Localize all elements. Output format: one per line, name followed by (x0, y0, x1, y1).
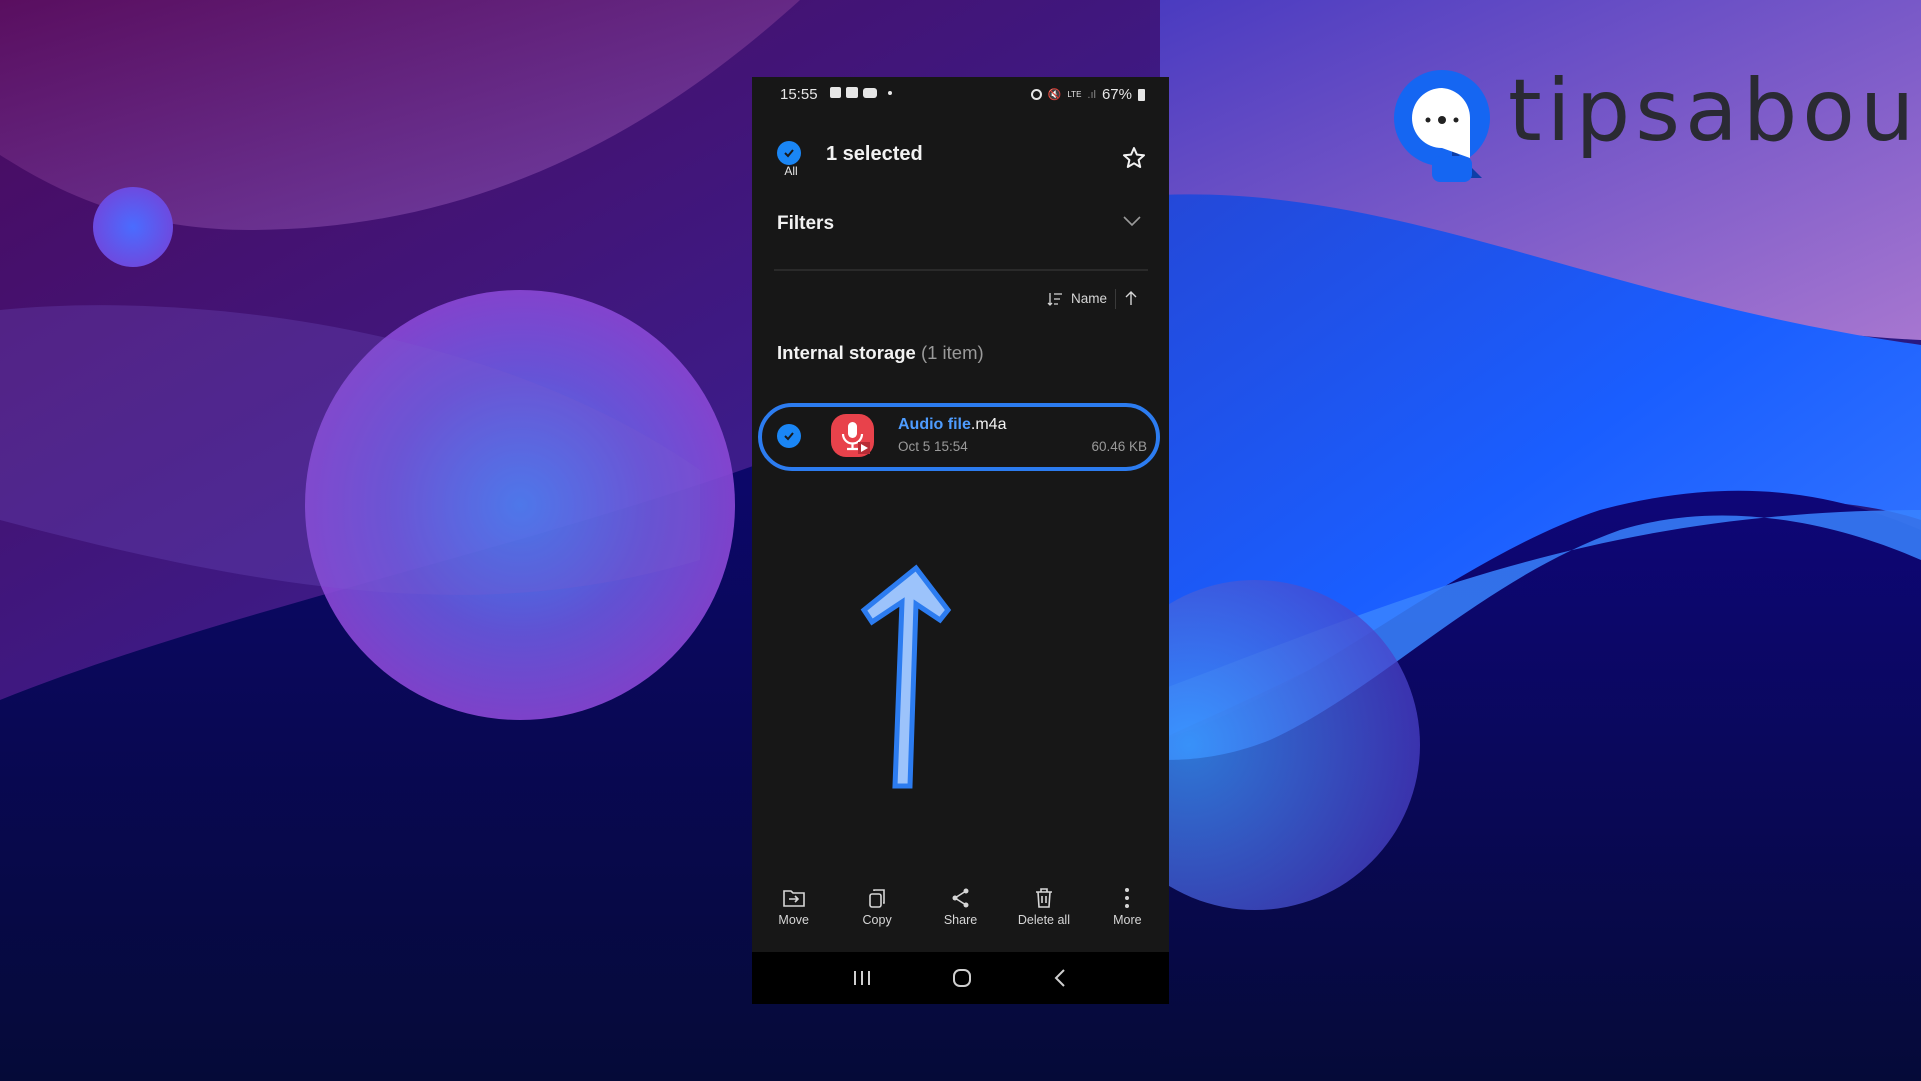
file-date: Oct 5 15:54 (898, 439, 968, 454)
gallery-icon (830, 87, 841, 98)
star-icon (1123, 147, 1145, 168)
more-button[interactable]: More (1086, 877, 1169, 952)
mute-icon: 🔇 (1047, 89, 1062, 101)
battery-icon (1138, 88, 1145, 101)
back-icon[interactable] (1052, 968, 1070, 988)
move-button[interactable]: Move (752, 877, 835, 952)
voice-recorder-icon (831, 414, 874, 457)
filters-label[interactable]: Filters (777, 213, 834, 235)
sort-field: Name (1070, 291, 1107, 306)
check-icon (784, 432, 794, 441)
alarm-icon (1030, 89, 1042, 100)
home-icon[interactable] (951, 967, 973, 989)
pointer-arrow-annotation (860, 564, 952, 789)
file-name-match: Audio file (898, 416, 971, 433)
more-vertical-icon (1125, 888, 1130, 908)
lte-icon: LTE (1067, 89, 1082, 99)
phone-screen: 15:55 🔇 LTE .ıl 67% All 1 selected Filte… (752, 77, 1169, 1004)
status-time: 15:55 (780, 86, 818, 103)
sort-direction-button[interactable] (1124, 290, 1138, 311)
file-name: Audio file.m4a (898, 416, 1006, 434)
brand-name: tipsabout (1508, 61, 1921, 161)
delete-all-label: Delete all (1017, 913, 1070, 927)
copy-button[interactable]: Copy (835, 877, 918, 952)
status-bar: 15:55 🔇 LTE .ıl 67% (752, 77, 1169, 109)
sort-icon (1047, 292, 1062, 306)
selection-highlight (758, 403, 1160, 471)
select-all-label: All (784, 164, 798, 178)
favorite-button[interactable] (1122, 146, 1146, 175)
dot-icon (888, 90, 892, 95)
file-size: 60.46 KB (1091, 439, 1147, 454)
recents-icon[interactable] (851, 969, 873, 987)
file-checkbox[interactable] (777, 424, 801, 448)
divider (774, 269, 1148, 271)
system-navigation-bar (752, 952, 1169, 1004)
check-icon (784, 149, 794, 158)
move-label: Move (778, 913, 809, 927)
more-label: More (1113, 913, 1142, 927)
sort-button[interactable]: Name (1047, 291, 1107, 306)
sort-separator (1115, 289, 1116, 309)
delete-all-button[interactable]: Delete all (1002, 877, 1085, 952)
chevron-down-icon (1123, 216, 1141, 227)
trash-icon (1035, 888, 1052, 908)
select-all-checkbox[interactable] (777, 141, 801, 165)
bottom-action-bar: Move Copy Share Delete all More (752, 877, 1169, 952)
battery-percent: 67% (1101, 86, 1132, 103)
share-icon (952, 888, 969, 908)
move-icon (782, 890, 805, 907)
notification-icons (830, 87, 892, 98)
arrow-up-icon (1125, 291, 1137, 305)
youtube-icon (863, 87, 877, 98)
selection-title: 1 selected (826, 143, 923, 165)
share-label: Share (943, 913, 978, 927)
signal-icon: .ıl (1087, 88, 1096, 101)
teams-icon (846, 87, 858, 98)
share-button[interactable]: Share (919, 877, 1002, 952)
file-extension: .m4a (970, 416, 1007, 433)
filters-expand-button[interactable] (1122, 214, 1142, 233)
section-header: Internal storage (1 item) (777, 342, 984, 364)
copy-label: Copy (862, 913, 892, 927)
section-count: (1 item) (920, 342, 984, 363)
system-icons: 🔇 LTE .ıl 67% (1030, 86, 1145, 103)
copy-icon (869, 889, 885, 908)
section-title: Internal storage (777, 342, 916, 363)
